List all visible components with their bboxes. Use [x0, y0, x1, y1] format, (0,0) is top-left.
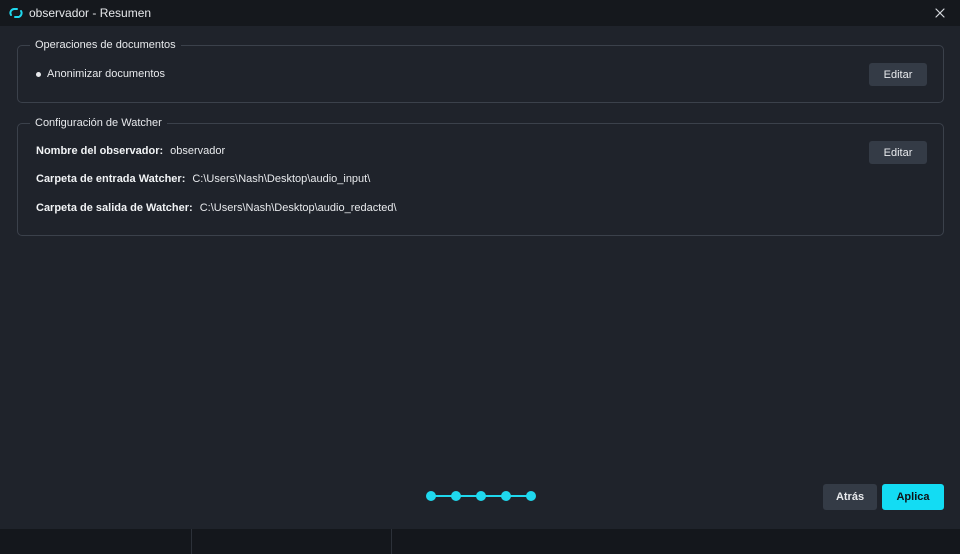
step-1-dot	[426, 491, 436, 501]
watcher-name-value: observador	[170, 145, 226, 157]
close-icon	[935, 8, 945, 18]
output-folder-row: Carpeta de salida de Watcher: C:\Users\Na…	[36, 202, 397, 214]
step-5-dot	[526, 491, 536, 501]
apply-button[interactable]: Aplica	[882, 484, 944, 510]
app-window: observador - Resumen Operaciones de docu…	[0, 0, 960, 554]
input-folder-row: Carpeta de entrada Watcher: C:\Users\Nash…	[36, 173, 370, 185]
bottom-bar	[0, 529, 960, 554]
watcher-name-label: Nombre del observador:	[36, 145, 164, 157]
operation-list-item: Anonimizar documentos	[36, 68, 165, 80]
watcher-config-legend: Configuración de Watcher	[30, 116, 167, 131]
wizard-stepper	[423, 488, 539, 504]
window-title: observador - Resumen	[29, 6, 152, 20]
title-bar: observador - Resumen	[0, 0, 960, 26]
document-operations-group: Operaciones de documentos Anonimizar doc…	[17, 38, 944, 103]
bottom-bar-divider	[191, 529, 192, 554]
output-folder-value: C:\Users\Nash\Desktop\audio_redacted\	[199, 202, 397, 214]
input-folder-value: C:\Users\Nash\Desktop\audio_input\	[192, 173, 371, 185]
sync-loop-icon	[9, 7, 23, 19]
watcher-config-group: Configuración de Watcher Nombre del obse…	[17, 116, 944, 236]
output-folder-label: Carpeta de salida de Watcher:	[36, 202, 193, 214]
back-button[interactable]: Atrás	[823, 484, 877, 510]
bullet-icon	[36, 71, 41, 77]
step-3-dot	[476, 491, 486, 501]
edit-watcher-config-button[interactable]: Editar	[869, 141, 927, 164]
input-folder-label: Carpeta de entrada Watcher:	[36, 173, 186, 185]
bottom-bar-divider	[391, 529, 392, 554]
operation-label: Anonimizar documentos	[47, 68, 166, 80]
step-2-dot	[451, 491, 461, 501]
edit-document-operations-button[interactable]: Editar	[869, 63, 927, 86]
document-operations-legend: Operaciones de documentos	[30, 38, 181, 53]
close-button[interactable]	[920, 0, 960, 26]
watcher-name-row: Nombre del observador: observador	[36, 145, 225, 157]
step-4-dot	[501, 491, 511, 501]
